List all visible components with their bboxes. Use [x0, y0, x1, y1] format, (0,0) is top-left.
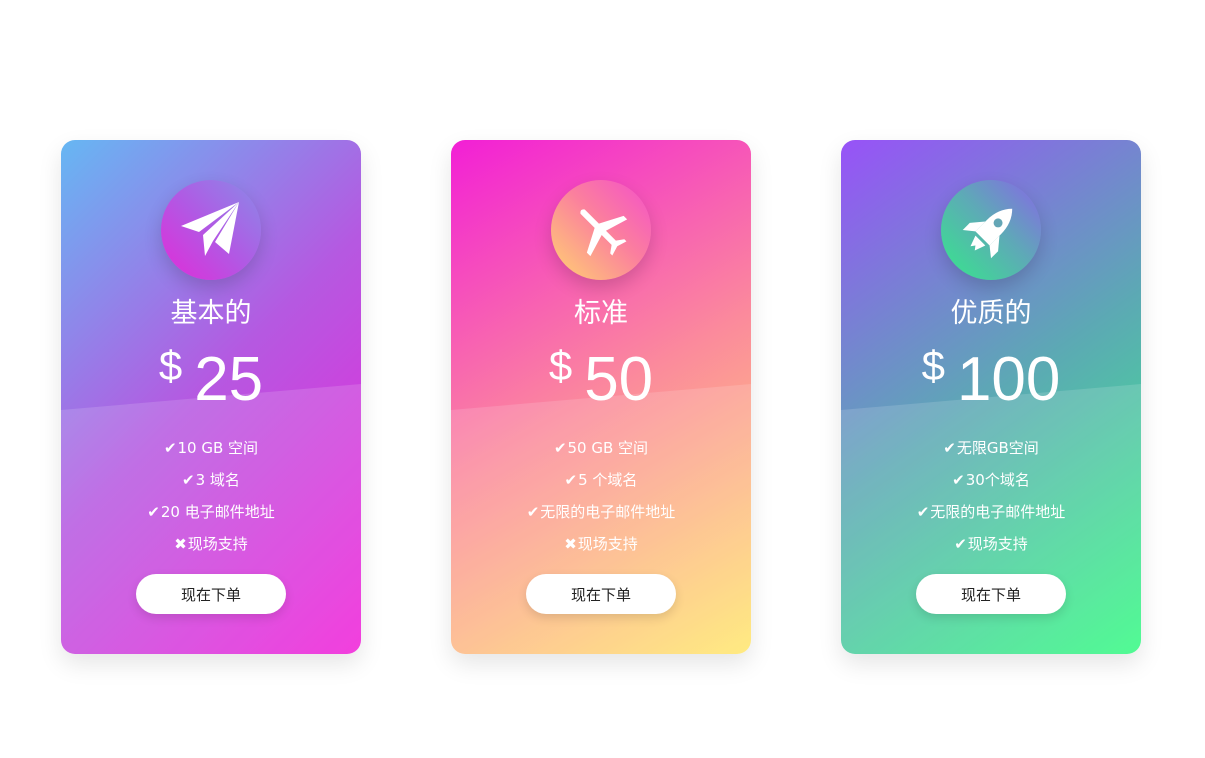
feature-item: ✔10 GB 空间: [61, 432, 361, 464]
plan-icon-circle: [551, 180, 651, 280]
feature-text: 5 个域名: [578, 471, 638, 489]
plan-name: 优质的: [950, 298, 1032, 329]
feature-item: ✔3 域名: [61, 464, 361, 496]
feature-text: 10 GB 空间: [177, 439, 259, 457]
price-amount: 100: [956, 345, 1061, 414]
check-icon: ✔: [163, 439, 177, 457]
feature-text: 无限的电子邮件地址: [540, 503, 676, 521]
feature-list: ✔50 GB 空间 ✔5 个域名 ✔无限的电子邮件地址 ✖现场支持: [451, 432, 751, 560]
feature-text: 3 域名: [195, 471, 240, 489]
feature-item: ✔现场支持: [841, 528, 1141, 560]
price-amount: 50: [584, 345, 654, 414]
feature-item: ✖现场支持: [61, 528, 361, 560]
pricing-card-standard: 标准 $50 ✔50 GB 空间 ✔5 个域名 ✔无限的电子邮件地址 ✖现场支持…: [451, 140, 751, 654]
feature-item: ✔无限的电子邮件地址: [841, 496, 1141, 528]
feature-list: ✔无限GB空间 ✔30个域名 ✔无限的电子邮件地址 ✔现场支持: [841, 432, 1141, 560]
check-icon: ✔: [553, 439, 567, 457]
feature-list: ✔10 GB 空间 ✔3 域名 ✔20 电子邮件地址 ✖现场支持: [61, 432, 361, 560]
check-icon: ✔: [952, 471, 965, 489]
plan-name: 标准: [574, 298, 628, 329]
airplane-icon: [580, 209, 628, 257]
check-icon: ✔: [916, 503, 930, 521]
feature-text: 现场支持: [967, 535, 1028, 553]
feature-item: ✔无限GB空间: [841, 432, 1141, 464]
feature-text: 无限的电子邮件地址: [930, 503, 1066, 521]
feature-item: ✔5 个域名: [451, 464, 751, 496]
feature-item: ✔50 GB 空间: [451, 432, 751, 464]
plan-icon-circle: [161, 180, 261, 280]
order-now-button[interactable]: 现在下单: [916, 574, 1066, 614]
price-amount: 25: [194, 345, 264, 414]
currency-symbol: $: [921, 342, 945, 389]
check-icon: ✔: [943, 439, 956, 457]
feature-item: ✔无限的电子邮件地址: [451, 496, 751, 528]
feature-text: 50 GB 空间: [567, 439, 649, 457]
plan-icon-circle: [941, 180, 1041, 280]
feature-text: 现场支持: [187, 535, 248, 553]
plan-price: $100: [841, 336, 1141, 420]
check-icon: ✔: [182, 471, 195, 489]
feature-text: 现场支持: [577, 535, 638, 553]
rocket-icon: [962, 208, 1013, 259]
paper-plane-icon: [181, 202, 239, 256]
currency-symbol: $: [158, 342, 183, 389]
order-now-button[interactable]: 现在下单: [526, 574, 676, 614]
pricing-page: 基本的 $25 ✔10 GB 空间 ✔3 域名 ✔20 电子邮件地址 ✖现场支持…: [0, 0, 1205, 758]
check-icon: ✔: [147, 503, 160, 521]
check-icon: ✔: [526, 503, 540, 521]
feature-text: 20 电子邮件地址: [160, 503, 275, 521]
feature-item: ✔30个域名: [841, 464, 1141, 496]
cross-icon: ✖: [564, 535, 577, 553]
feature-text: 无限GB空间: [956, 439, 1039, 457]
plan-price: $25: [61, 336, 361, 420]
feature-text: 30个域名: [965, 471, 1030, 489]
plan-price: $50: [451, 336, 751, 420]
cross-icon: ✖: [174, 535, 187, 553]
pricing-card-premium: 优质的 $100 ✔无限GB空间 ✔30个域名 ✔无限的电子邮件地址 ✔现场支持…: [841, 140, 1141, 654]
check-icon: ✔: [954, 535, 967, 553]
currency-symbol: $: [548, 342, 573, 389]
plan-name: 基本的: [170, 298, 252, 329]
feature-item: ✔20 电子邮件地址: [61, 496, 361, 528]
feature-item: ✖现场支持: [451, 528, 751, 560]
order-now-button[interactable]: 现在下单: [136, 574, 286, 614]
check-icon: ✔: [564, 471, 578, 489]
pricing-card-basic: 基本的 $25 ✔10 GB 空间 ✔3 域名 ✔20 电子邮件地址 ✖现场支持…: [61, 140, 361, 654]
